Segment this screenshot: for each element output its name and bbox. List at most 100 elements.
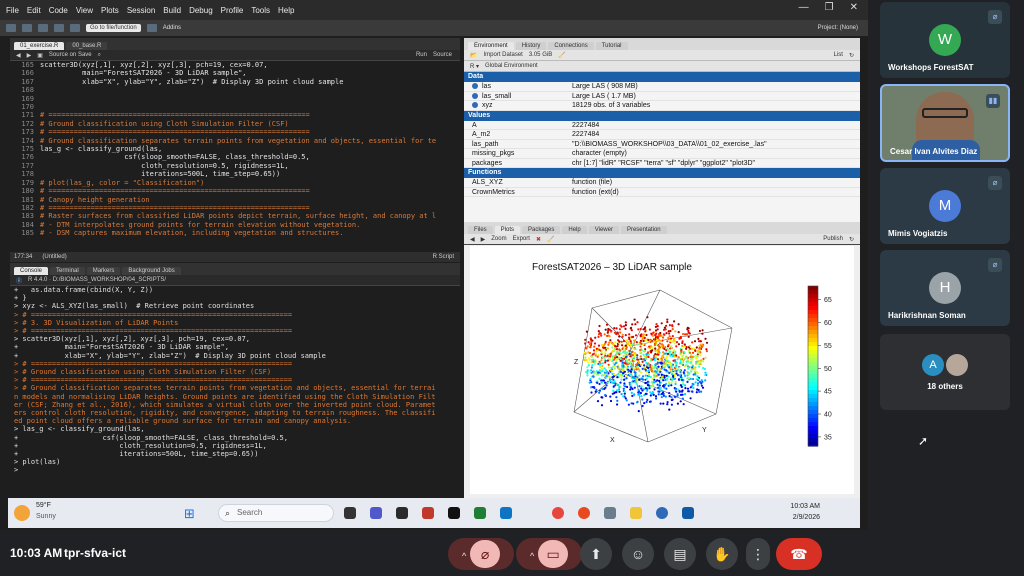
line-number[interactable]: 176 <box>10 153 40 161</box>
code-line[interactable]: 181 # Canopy height generation <box>10 196 460 204</box>
file-explorer-icon[interactable] <box>630 507 642 519</box>
code-line[interactable]: 177 cloth_resolution=0.5, rigidness=1L, <box>10 162 460 170</box>
line-number[interactable]: 168 <box>10 86 40 94</box>
menu-debug[interactable]: Debug <box>189 6 213 15</box>
tab-help[interactable]: Help <box>562 226 587 234</box>
expand-icon[interactable] <box>472 92 478 99</box>
menu-file[interactable]: File <box>6 6 19 15</box>
code-line[interactable]: 185 # - DSM captures maximum elevation, i… <box>10 229 460 237</box>
tab-viewer[interactable]: Viewer <box>588 226 619 234</box>
env-row-values[interactable]: las_path "D:\\BIOMASS_WORKSHOP\\03_DATA\\… <box>464 140 860 149</box>
tab-terminal[interactable]: Terminal <box>50 267 85 275</box>
weather-desc[interactable]: Sunny <box>36 513 56 520</box>
participant-tile-mimis[interactable]: M Mimis Vogiatzis ⌀ <box>880 168 1010 244</box>
weather-icon[interactable] <box>14 505 30 521</box>
env-row-functions[interactable]: ALS_XYZ function (file) <box>464 178 860 188</box>
project-menu[interactable]: Project: (None) <box>818 25 858 31</box>
more-options-button[interactable]: ⋮ <box>746 538 770 570</box>
refresh-plot-icon[interactable]: ↻ <box>849 236 854 243</box>
menu-profile[interactable]: Profile <box>221 6 244 15</box>
menu-code[interactable]: Code <box>49 6 68 15</box>
search-icon[interactable]: ⌕ <box>98 52 101 59</box>
source-button[interactable]: Source <box>433 52 452 58</box>
console-output[interactable]: + as.data.frame(cbind(X, Y, Z)) + } > xyz … <box>10 286 460 475</box>
code-line[interactable]: 166 main="ForestSAT2026 - 3D LiDAR sampl… <box>10 69 460 77</box>
tab-console[interactable]: Console <box>14 267 49 275</box>
line-number[interactable]: 166 <box>10 69 40 77</box>
line-number[interactable]: 173 <box>10 128 40 136</box>
tab-plots[interactable]: Plots <box>494 226 521 234</box>
tab-environment[interactable]: Environment <box>468 42 514 50</box>
restore-icon[interactable]: ❐ <box>825 2 834 13</box>
menu-tools[interactable]: Tools <box>251 6 270 15</box>
view-mode-select[interactable]: List <box>834 52 843 58</box>
memory-usage[interactable]: 3.05 GiB <box>529 52 552 58</box>
code-line[interactable]: 173 # ===================================… <box>10 128 460 136</box>
line-number[interactable]: 181 <box>10 196 40 204</box>
grid-icon[interactable] <box>146 24 157 32</box>
code-line[interactable]: 170 <box>10 103 460 111</box>
zoom-button[interactable]: Zoom <box>491 236 506 242</box>
emoji-reaction-button[interactable]: ☺ <box>622 538 654 570</box>
code-line[interactable]: 171 # ===================================… <box>10 111 460 119</box>
line-number[interactable]: 167 <box>10 78 40 86</box>
code-line[interactable]: 169 <box>10 95 460 103</box>
camera-toggle-button[interactable]: ^ ▭ <box>516 538 582 570</box>
line-number[interactable]: 185 <box>10 229 40 237</box>
taskbar-time[interactable]: 10:03 AM <box>790 503 820 510</box>
refresh-icon[interactable]: ↻ <box>849 52 854 59</box>
app-icon-12[interactable] <box>682 507 694 519</box>
app-icon-5[interactable] <box>448 507 460 519</box>
participant-tile-cesar[interactable]: Cesar Ivan Alvites Diaz ▮▮ <box>880 84 1010 162</box>
code-line[interactable]: 174 # Ground classification separates ter… <box>10 137 460 145</box>
code-line[interactable]: 180 # ===================================… <box>10 187 460 195</box>
code-line[interactable]: 168 <box>10 86 460 94</box>
line-number[interactable]: 172 <box>10 120 40 128</box>
menu-build[interactable]: Build <box>163 6 181 15</box>
code-line[interactable]: 167 xlab="X", ylab="Y", zlab="Z") # Disp… <box>10 78 460 86</box>
line-number[interactable]: 170 <box>10 103 40 111</box>
menu-session[interactable]: Session <box>127 6 155 15</box>
weather-temp[interactable]: 59°F <box>36 502 51 509</box>
line-number[interactable]: 180 <box>10 187 40 195</box>
menu-plots[interactable]: Plots <box>101 6 119 15</box>
source-on-save-checkbox[interactable]: Source on Save <box>49 52 92 58</box>
load-icon[interactable]: 📂 <box>470 52 477 59</box>
tab-tutorial[interactable]: Tutorial <box>595 42 628 50</box>
rstudio-app-icon[interactable] <box>656 507 668 519</box>
line-number[interactable]: 169 <box>10 95 40 103</box>
file-type[interactable]: R Script <box>433 254 454 260</box>
line-number[interactable]: 165 <box>10 61 40 69</box>
export-button[interactable]: Export <box>513 236 530 242</box>
env-row-values[interactable]: missing_pkgs character (empty) <box>464 149 860 159</box>
prev-plot-icon[interactable]: ◀ <box>470 236 475 243</box>
chrome-icon[interactable] <box>552 507 564 519</box>
app-icon-3[interactable] <box>396 507 408 519</box>
app-icon-4[interactable] <box>422 507 434 519</box>
env-row-values[interactable]: A_m2 2227484 <box>464 130 860 140</box>
captions-button[interactable]: ▤ <box>664 538 696 570</box>
code-line[interactable]: 172 # Ground classification using Cloth S… <box>10 120 460 128</box>
save-icon[interactable] <box>38 24 48 32</box>
env-row-data[interactable]: xyz 18129 obs. of 3 variables <box>464 101 860 111</box>
addins-menu[interactable]: Addins <box>163 25 181 31</box>
clear-plots-icon[interactable]: 🧹 <box>547 236 554 243</box>
broom-icon[interactable]: 🧹 <box>558 52 565 59</box>
env-row-data[interactable]: las Large LAS ( 908 MB) <box>464 82 860 92</box>
env-row-values[interactable]: packages chr [1:7] "lidR" "RCSF" "terra" … <box>464 159 860 168</box>
mic-toggle-button[interactable]: ^ ⌀ <box>448 538 514 570</box>
tab-01-exercise[interactable]: 01_exercise.R <box>14 42 65 50</box>
env-row-functions[interactable]: CrownMetrics function (ext(d) <box>464 188 860 197</box>
expand-icon[interactable] <box>472 83 478 90</box>
new-file-icon[interactable] <box>6 24 16 32</box>
remove-plot-icon[interactable]: ✖ <box>536 236 541 243</box>
menu-help[interactable]: Help <box>278 6 294 15</box>
code-line[interactable]: 176 csf(sloop_smooth=FALSE, class_thresh… <box>10 153 460 161</box>
taskbar-search[interactable]: ⌕ Search <box>218 504 334 522</box>
code-editor[interactable]: 165 scatter3D(xyz[,1], xyz[,2], xyz[,3], … <box>10 61 460 238</box>
code-line[interactable]: 184 # - DTM interpolates ground points fo… <box>10 221 460 229</box>
minimize-icon[interactable]: — <box>799 2 809 13</box>
scope-context[interactable]: (Untitled) <box>42 254 66 260</box>
tab-files[interactable]: Files <box>468 226 493 234</box>
line-number[interactable]: 179 <box>10 179 40 187</box>
